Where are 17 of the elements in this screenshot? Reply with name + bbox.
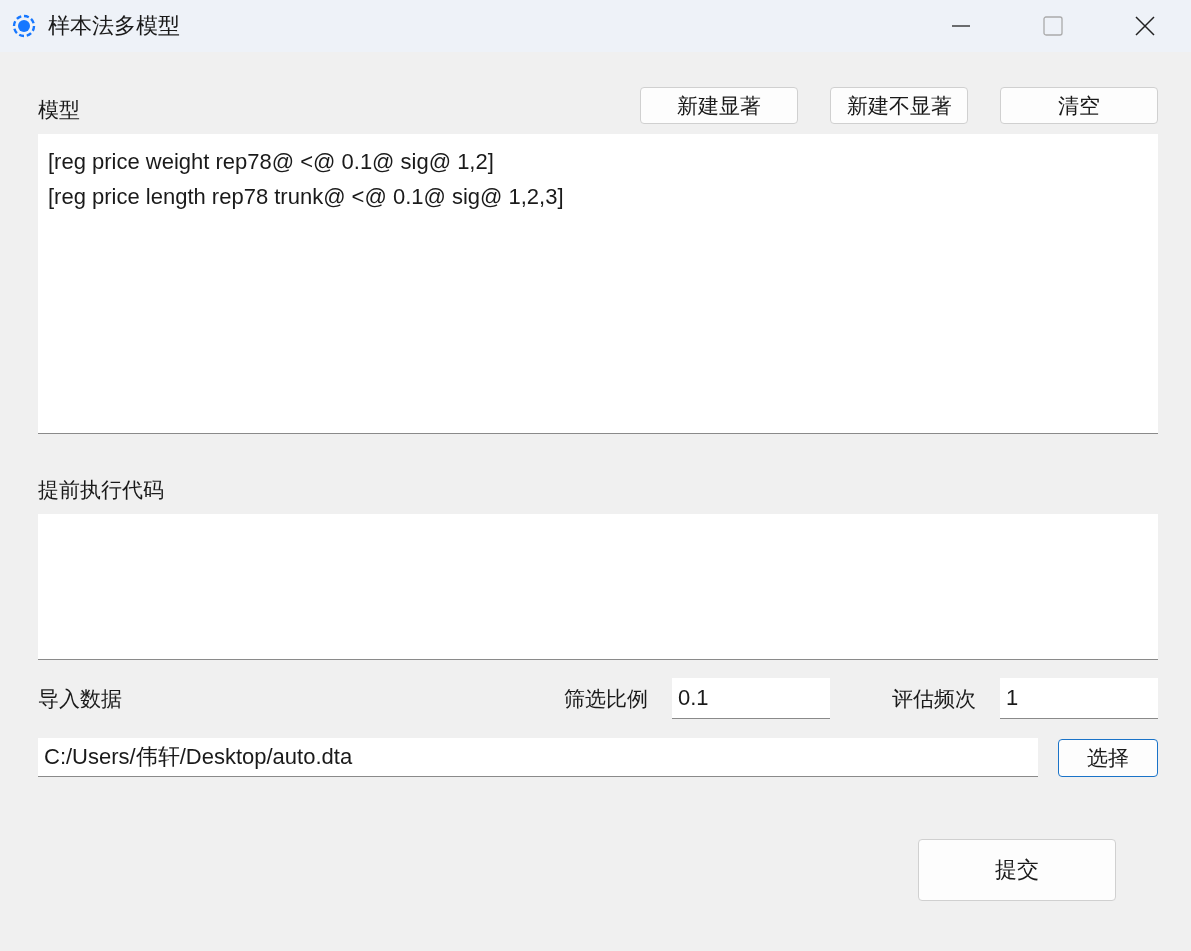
frequency-label: 评估频次 <box>892 685 976 712</box>
window-title: 样本法多模型 <box>48 12 181 40</box>
file-path-input[interactable]: C:/Users/伟轩/Desktop/auto.dta <box>38 738 1038 777</box>
submit-button[interactable]: 提交 <box>918 839 1116 901</box>
toolbar-button[interactable]: 清空 <box>1000 87 1158 124</box>
close-icon[interactable] <box>1135 16 1155 36</box>
model-label: 模型 <box>38 97 80 123</box>
model-editor[interactable]: [reg price weight rep78@ <@ 0.1@ sig@ 1,2] [reg price length rep78 trunk@ <@ 0.1@ sig@ 1,2,3] <box>38 134 1158 434</box>
toolbar-button[interactable]: 新建显著 <box>640 87 798 124</box>
app-logo-icon <box>12 14 36 38</box>
import-data-label: 导入数据 <box>38 685 122 712</box>
pre-code-label: 提前执行代码 <box>38 477 165 503</box>
ratio-input[interactable]: 0.1 <box>672 678 830 719</box>
ratio-label: 筛选比例 <box>564 685 648 712</box>
frequency-input[interactable]: 1 <box>1000 678 1158 719</box>
toolbar-button[interactable]: 新建不显著 <box>830 87 968 124</box>
choose-button[interactable]: 选择 <box>1058 738 1158 777</box>
